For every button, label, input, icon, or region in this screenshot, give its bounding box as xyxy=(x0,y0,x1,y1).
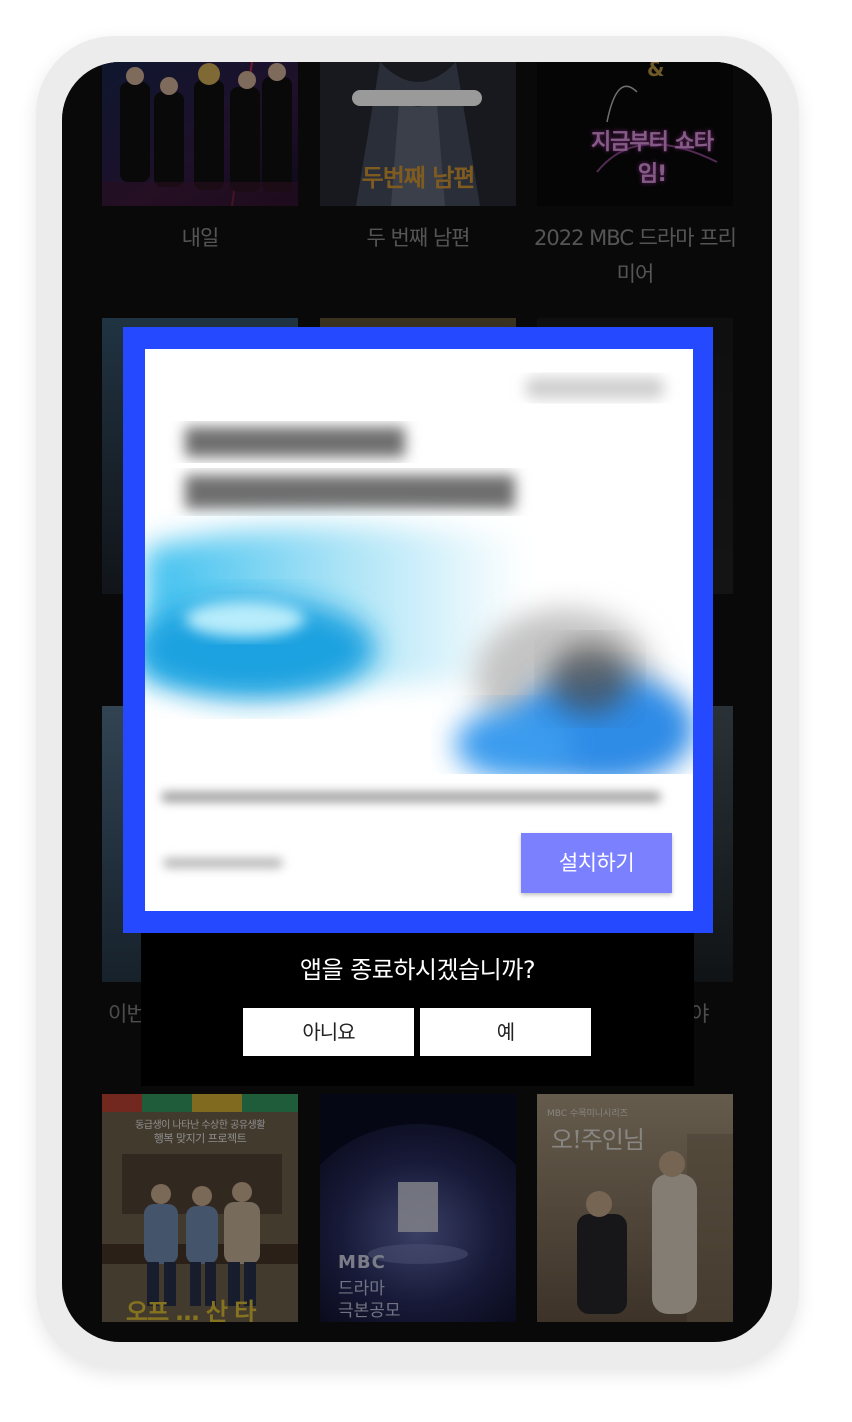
ad-banner[interactable]: 설치하기 xyxy=(145,349,693,911)
ad-banner-frame: 설치하기 xyxy=(123,327,713,933)
yes-button[interactable]: 예 xyxy=(420,1008,591,1056)
no-button[interactable]: 아니요 xyxy=(243,1008,414,1056)
exit-question-text: 앱을 종료하시겠습니까? xyxy=(299,956,536,984)
notch-pill xyxy=(352,90,482,106)
ad-image-blurred[interactable] xyxy=(145,349,693,774)
app-screen: 내일 두번째 남편 두 번째 남편 & 지금부터 쇼타임! 2022 MBC 드… xyxy=(62,62,772,1342)
exit-dialog: 앱을 종료하시겠습니까? 아니요 예 xyxy=(141,926,694,1086)
install-button[interactable]: 설치하기 xyxy=(521,833,672,893)
ad-footer: 설치하기 xyxy=(145,774,693,911)
ad-description-blurred xyxy=(161,792,661,802)
ad-source-blurred xyxy=(163,858,283,868)
